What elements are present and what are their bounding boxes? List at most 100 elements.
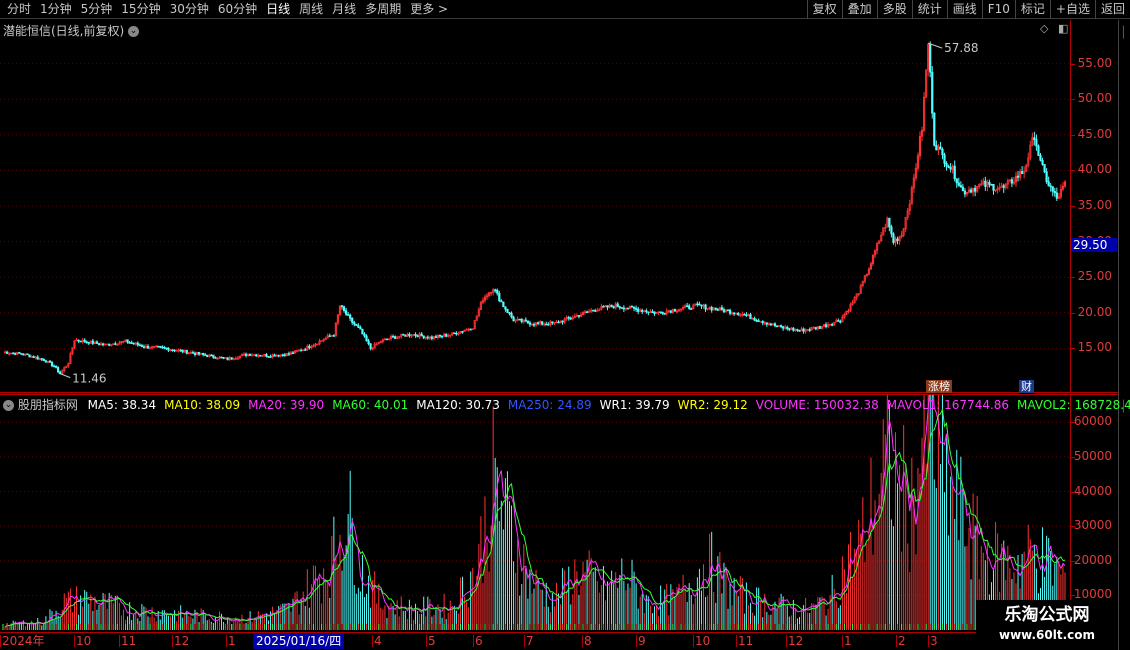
time-label: 11 bbox=[121, 634, 137, 648]
time-separator bbox=[842, 635, 843, 647]
candle-body bbox=[163, 347, 166, 349]
toolbar-button[interactable]: 画线 bbox=[946, 0, 982, 19]
volume-tick-mark bbox=[1071, 456, 1075, 458]
candle-body bbox=[361, 328, 364, 335]
candle-body bbox=[773, 323, 777, 327]
volume-tick-mark bbox=[1071, 491, 1075, 493]
candle-body bbox=[532, 323, 536, 326]
candle-body bbox=[716, 309, 719, 311]
candle-body bbox=[606, 305, 609, 308]
candle-body bbox=[469, 328, 472, 331]
candle-body bbox=[943, 154, 946, 164]
period-tab[interactable]: 更多 > bbox=[407, 0, 451, 19]
candle-body bbox=[202, 353, 205, 355]
candle-body bbox=[939, 146, 942, 150]
volume-tick-mark bbox=[1071, 595, 1075, 597]
period-tab[interactable]: 多周期 bbox=[362, 0, 404, 19]
toolbar-button[interactable]: +自选 bbox=[1049, 0, 1095, 19]
candle-body bbox=[461, 331, 464, 333]
candle-body bbox=[249, 353, 252, 356]
candle-body bbox=[775, 325, 779, 328]
candle-body bbox=[753, 318, 756, 321]
toolbar-button[interactable]: 复权 bbox=[806, 0, 842, 19]
candle-body bbox=[896, 238, 899, 242]
chevron-down-icon[interactable]: ⌄ bbox=[128, 26, 140, 37]
candle-body bbox=[637, 308, 640, 312]
indicator-value: MA5: 38.34 bbox=[87, 398, 157, 412]
candle-body bbox=[1043, 164, 1046, 173]
candle-body bbox=[83, 339, 86, 343]
period-tab[interactable]: 1分钟 bbox=[37, 0, 75, 19]
time-label: 12 bbox=[788, 634, 804, 648]
candle-body bbox=[602, 306, 605, 308]
period-tab[interactable]: 月线 bbox=[329, 0, 359, 19]
toolbar-button[interactable]: 叠加 bbox=[841, 0, 877, 19]
candle-body bbox=[569, 317, 572, 320]
period-tab[interactable]: 日线 bbox=[263, 0, 293, 19]
period-tab[interactable]: 分时 bbox=[4, 0, 34, 19]
volume-tick-label: 40000 bbox=[1073, 483, 1112, 498]
candle-body bbox=[193, 352, 197, 355]
right-side-strip: │ │ bbox=[1118, 20, 1130, 650]
price-tick-mark bbox=[1071, 348, 1075, 350]
candle-body bbox=[26, 353, 29, 356]
candle-body bbox=[404, 334, 407, 337]
time-label: 1 bbox=[844, 634, 852, 648]
candle-body bbox=[720, 307, 723, 310]
toolbar-button[interactable]: 返回 bbox=[1094, 0, 1130, 19]
candle-body bbox=[990, 184, 993, 186]
candle-body bbox=[97, 343, 101, 345]
toolbar-button[interactable]: 统计 bbox=[911, 0, 947, 19]
candle-body bbox=[545, 323, 548, 326]
period-tab[interactable]: 15分钟 bbox=[118, 0, 163, 19]
period-tab[interactable]: 5分钟 bbox=[78, 0, 116, 19]
candle-body bbox=[206, 354, 209, 357]
diamond-icon[interactable]: ◇ bbox=[1040, 22, 1048, 35]
candle-body bbox=[430, 336, 433, 339]
candle-body bbox=[273, 354, 276, 357]
candle-body bbox=[745, 314, 748, 317]
candle-body bbox=[782, 326, 785, 329]
price-tick-label: 50.00 bbox=[1077, 91, 1112, 106]
candle-body bbox=[445, 334, 448, 337]
candle-body bbox=[592, 309, 595, 312]
candle-body bbox=[622, 307, 625, 310]
candle-body bbox=[353, 322, 356, 325]
candle-body bbox=[502, 301, 505, 307]
candle-body bbox=[28, 354, 31, 358]
candle-body bbox=[669, 310, 672, 313]
candle-body bbox=[518, 318, 521, 321]
finance-badge[interactable]: 财 bbox=[1019, 380, 1034, 393]
candle-body bbox=[269, 356, 272, 358]
chevron-down-icon[interactable]: ⌄ bbox=[3, 400, 14, 411]
candle-body bbox=[1033, 137, 1036, 140]
low-pointer bbox=[59, 373, 71, 379]
toolbar-button[interactable]: 标记 bbox=[1014, 0, 1050, 19]
period-tab[interactable]: 周线 bbox=[296, 0, 326, 19]
time-separator bbox=[226, 635, 227, 647]
price-tick-label: 55.00 bbox=[1077, 55, 1112, 70]
watermark: 乐淘公式网 www.60lt.com bbox=[976, 600, 1118, 650]
candle-body bbox=[814, 327, 817, 330]
candle-body bbox=[686, 305, 689, 308]
toolbar-button[interactable]: F10 bbox=[981, 0, 1015, 19]
time-axis: 2024年 10 11 12 1 4 5 6 7 8 9 10 11 12 1 2 3 2025/01/16/四 bbox=[0, 632, 1118, 650]
candle-body bbox=[506, 308, 509, 313]
candle-body bbox=[291, 352, 295, 354]
candle-body bbox=[22, 353, 25, 356]
candle-body bbox=[498, 293, 501, 302]
candle-body bbox=[933, 112, 936, 146]
price-tick-label: 15.00 bbox=[1077, 340, 1112, 355]
candle-body bbox=[54, 366, 58, 368]
candle-body bbox=[931, 71, 934, 114]
candle-body bbox=[710, 307, 713, 311]
candle-body bbox=[140, 345, 143, 347]
toolbar-button[interactable]: 多股 bbox=[876, 0, 912, 19]
period-tab[interactable]: 60分钟 bbox=[215, 0, 260, 19]
limit-up-badge[interactable]: 涨榜 bbox=[926, 380, 952, 393]
price-tick-label: 40.00 bbox=[1077, 162, 1112, 177]
candle-body bbox=[557, 321, 560, 324]
period-tab[interactable]: 30分钟 bbox=[167, 0, 212, 19]
panel-toggle-icon[interactable]: ◧ bbox=[1058, 22, 1068, 35]
candle-body bbox=[645, 310, 648, 313]
